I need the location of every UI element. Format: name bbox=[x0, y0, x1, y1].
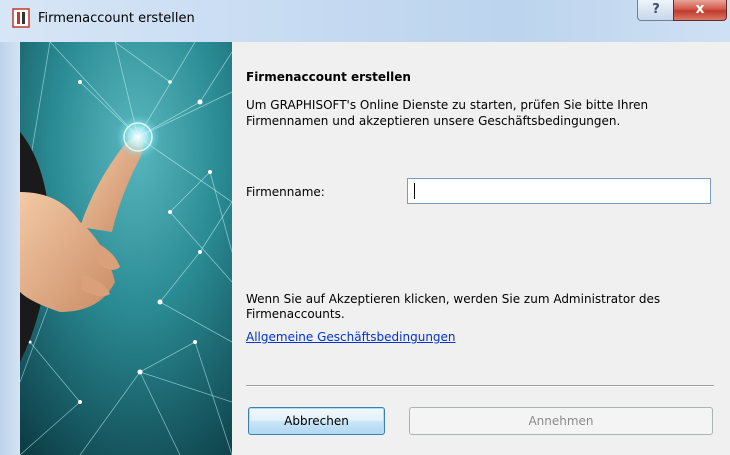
dialog-content: Firmenaccount erstellen Um GRAPHISOFT's … bbox=[232, 42, 730, 455]
accept-button[interactable]: Annehmen bbox=[409, 407, 713, 435]
app-icon bbox=[12, 8, 30, 28]
title-bar[interactable]: Firmenaccount erstellen ? x bbox=[0, 0, 730, 43]
admin-note: Wenn Sie auf Akzeptieren klicken, werden… bbox=[246, 292, 661, 321]
company-name-input[interactable] bbox=[407, 178, 711, 204]
text-caret bbox=[414, 183, 415, 199]
window-frame-left bbox=[0, 42, 20, 455]
close-button[interactable]: x bbox=[673, 0, 727, 21]
cancel-button[interactable]: Abbrechen bbox=[248, 407, 385, 435]
window-title: Firmenaccount erstellen bbox=[38, 11, 195, 26]
terms-link[interactable]: Allgemeine Geschäftsbedingungen bbox=[246, 330, 456, 344]
company-name-label: Firmenname: bbox=[246, 185, 325, 199]
separator bbox=[246, 385, 714, 387]
dialog-description: Um GRAPHISOFT's Online Dienste zu starte… bbox=[246, 98, 649, 128]
dialog-window: Firmenaccount erstellen ? x Firmenaccoun… bbox=[0, 0, 730, 455]
fingertip-touch-network-image bbox=[20, 42, 232, 455]
help-button[interactable]: ? bbox=[637, 0, 675, 21]
dialog-heading: Firmenaccount erstellen bbox=[246, 70, 411, 84]
